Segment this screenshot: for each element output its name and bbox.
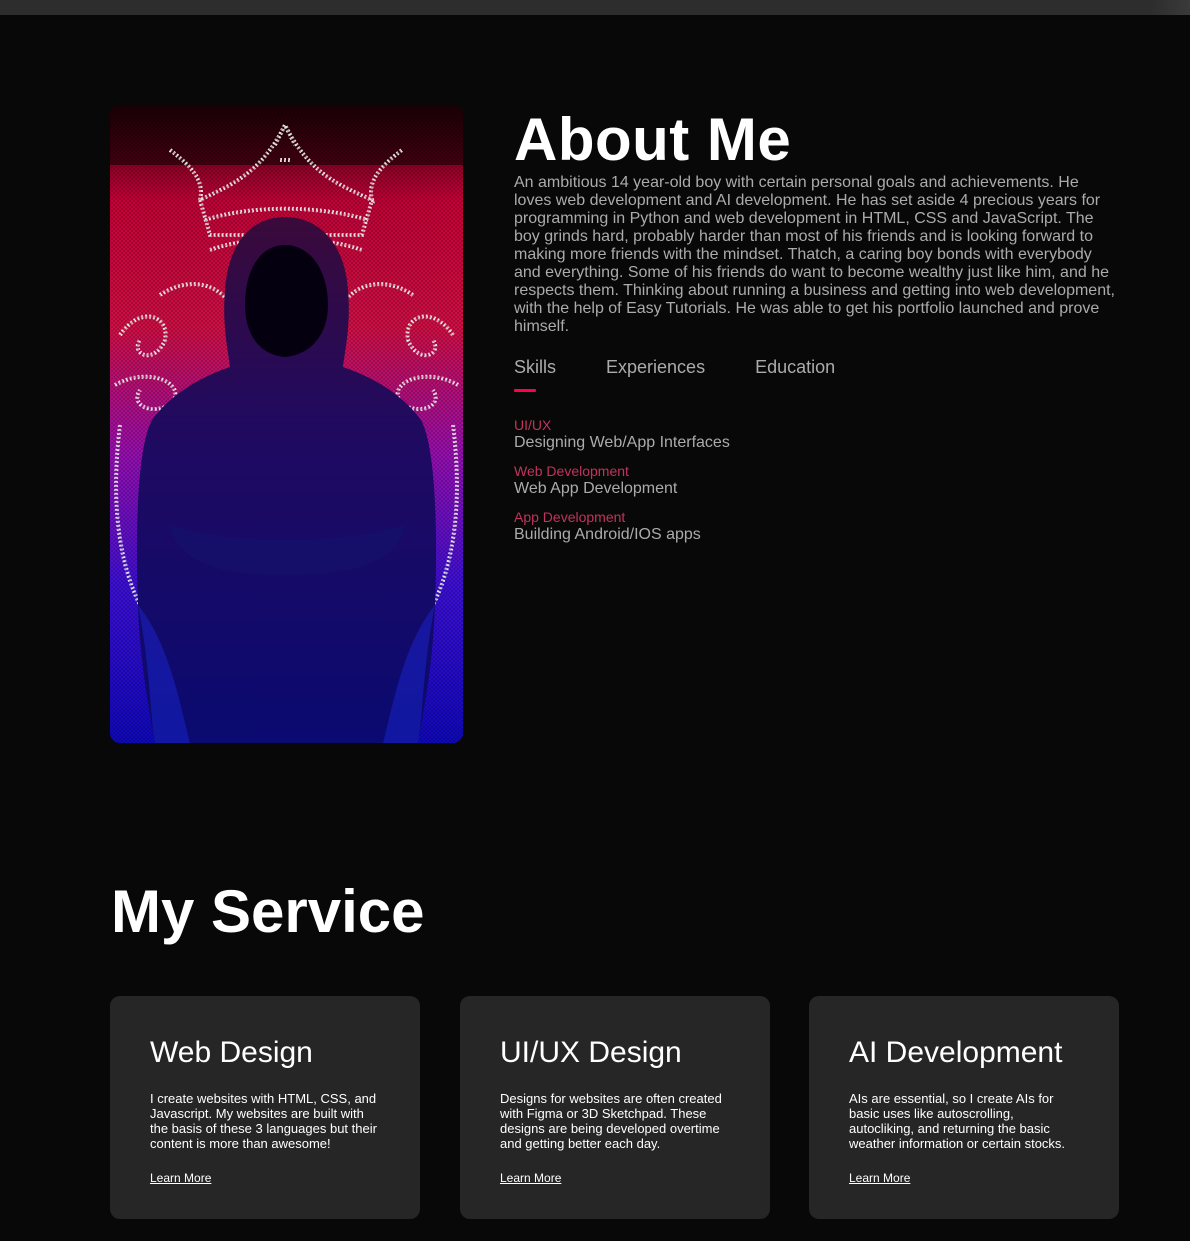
skill-desc: Web App Development: [514, 480, 678, 497]
browser-top-strip: [0, 0, 1190, 15]
services-title: My Service: [111, 878, 425, 945]
card-title: AI Development: [849, 1036, 1063, 1069]
tab-skills[interactable]: Skills: [514, 356, 556, 392]
about-tabs: Skills Experiences Education: [514, 356, 1124, 392]
skill-name: UI/UX: [514, 417, 552, 433]
skill-desc: Designing Web/App Interfaces: [514, 434, 730, 451]
card-text: I create websites with HTML, CSS, and Ja…: [150, 1091, 377, 1151]
card-text: AIs are essential, so I create AIs for b…: [849, 1091, 1066, 1151]
tab-experiences[interactable]: Experiences: [606, 356, 705, 392]
about-title: About Me: [514, 106, 792, 173]
learn-more-link[interactable]: Learn More: [500, 1171, 561, 1185]
skill-name: Web Development: [514, 463, 629, 479]
service-card-uiux-design: UI/UX Design Designs for websites are of…: [460, 996, 770, 1219]
card-text: Designs for websites are often created w…: [500, 1091, 722, 1151]
tab-education[interactable]: Education: [755, 356, 835, 392]
service-card-web-design: Web Design I create websites with HTML, …: [110, 996, 420, 1219]
skill-item-web-development: Web Development Web App Development: [514, 463, 1124, 499]
about-photo: [110, 105, 463, 743]
card-title: Web Design: [150, 1036, 313, 1069]
learn-more-link[interactable]: Learn More: [150, 1171, 211, 1185]
learn-more-link[interactable]: Learn More: [849, 1171, 910, 1185]
about-section: About Me An ambitious 14 year-old boy wi…: [514, 107, 1124, 555]
card-title: UI/UX Design: [500, 1036, 682, 1069]
skill-name: App Development: [514, 509, 626, 525]
skills-list: UI/UX Designing Web/App Interfaces Web D…: [514, 417, 1124, 545]
service-card-ai-development: AI Development AIs are essential, so I c…: [809, 996, 1119, 1219]
about-bio: An ambitious 14 year-old boy with certai…: [514, 174, 1115, 335]
skill-desc: Building Android/IOS apps: [514, 526, 701, 543]
skill-item-app-development: App Development Building Android/IOS app…: [514, 509, 1124, 545]
skill-item-uiux: UI/UX Designing Web/App Interfaces: [514, 417, 1124, 453]
